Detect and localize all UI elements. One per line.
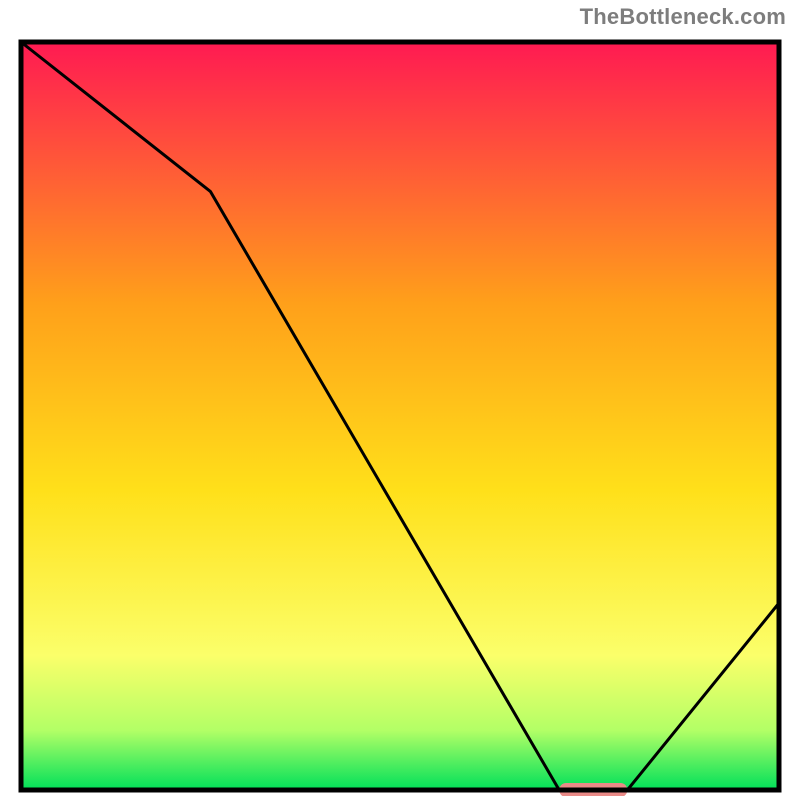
watermark-text: TheBottleneck.com	[0, 0, 800, 32]
plot-container	[0, 32, 800, 800]
chart-background	[21, 42, 779, 790]
bottleneck-chart	[15, 36, 785, 796]
